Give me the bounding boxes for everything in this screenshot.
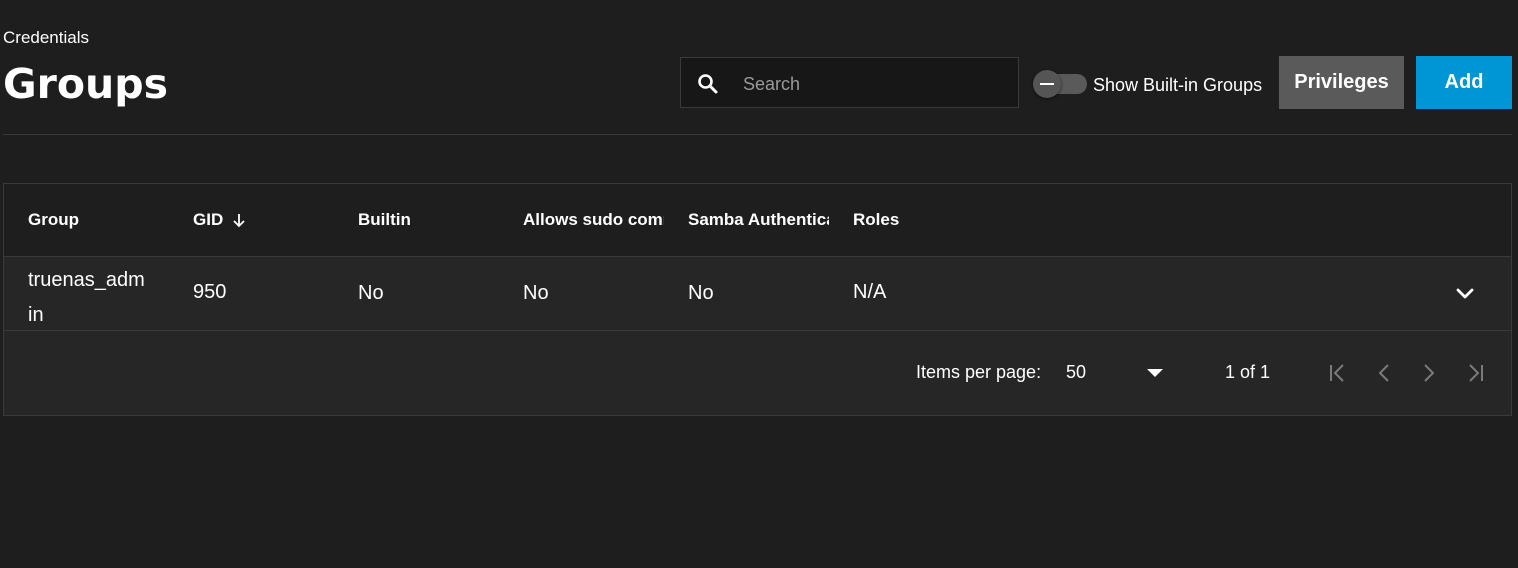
toggle-thumb — [1033, 70, 1061, 98]
column-header-sudo[interactable]: Allows sudo comr — [523, 210, 664, 230]
search-box[interactable] — [680, 57, 1019, 108]
cell-samba: No — [688, 282, 714, 304]
column-header-roles[interactable]: Roles — [853, 210, 1003, 230]
search-icon — [698, 74, 718, 94]
dropdown-caret-icon[interactable] — [1146, 368, 1164, 378]
cell-roles: N/A — [853, 281, 887, 303]
column-header-samba[interactable]: Samba Authentica — [688, 210, 829, 230]
breadcrumb[interactable]: Credentials — [3, 28, 89, 48]
column-header-group[interactable]: Group — [28, 210, 178, 230]
page-title: Groups — [3, 60, 168, 108]
column-header-gid[interactable]: GID — [193, 210, 343, 230]
paginator: Items per page: 50 1 of 1 — [4, 331, 1511, 416]
next-page-icon[interactable] — [1416, 360, 1442, 386]
column-header-builtin[interactable]: Builtin — [358, 210, 508, 230]
cell-group: truenas_admin — [28, 269, 145, 326]
cell-gid: 950 — [193, 281, 227, 303]
chevron-down-icon[interactable] — [1453, 281, 1477, 305]
show-builtin-label[interactable]: Show Built-in Groups — [1093, 75, 1262, 96]
add-button[interactable]: Add — [1416, 56, 1512, 109]
show-builtin-toggle[interactable] — [1033, 70, 1087, 98]
items-per-page-label: Items per page: — [916, 362, 1042, 382]
cell-sudo: No — [523, 282, 549, 304]
table-row[interactable]: truenas_admin 950 No No No N/A — [4, 257, 1511, 331]
cell-builtin: No — [358, 282, 384, 304]
sort-arrow-down-icon — [233, 214, 245, 228]
page: Credentials Groups Show Built-in Groups … — [0, 0, 1518, 568]
previous-page-icon[interactable] — [1371, 360, 1397, 386]
items-per-page-select[interactable]: 50 — [1066, 362, 1086, 383]
first-page-icon[interactable] — [1326, 360, 1352, 386]
table-header: Group GID Builtin Allows sudo comr Samba… — [4, 184, 1511, 257]
header-divider — [3, 134, 1512, 135]
groups-table: Group GID Builtin Allows sudo comr Samba… — [3, 183, 1512, 416]
search-input[interactable] — [741, 70, 1005, 98]
page-range-label: 1 of 1 — [1225, 362, 1271, 382]
last-page-icon[interactable] — [1461, 360, 1487, 386]
privileges-button[interactable]: Privileges — [1279, 56, 1404, 109]
